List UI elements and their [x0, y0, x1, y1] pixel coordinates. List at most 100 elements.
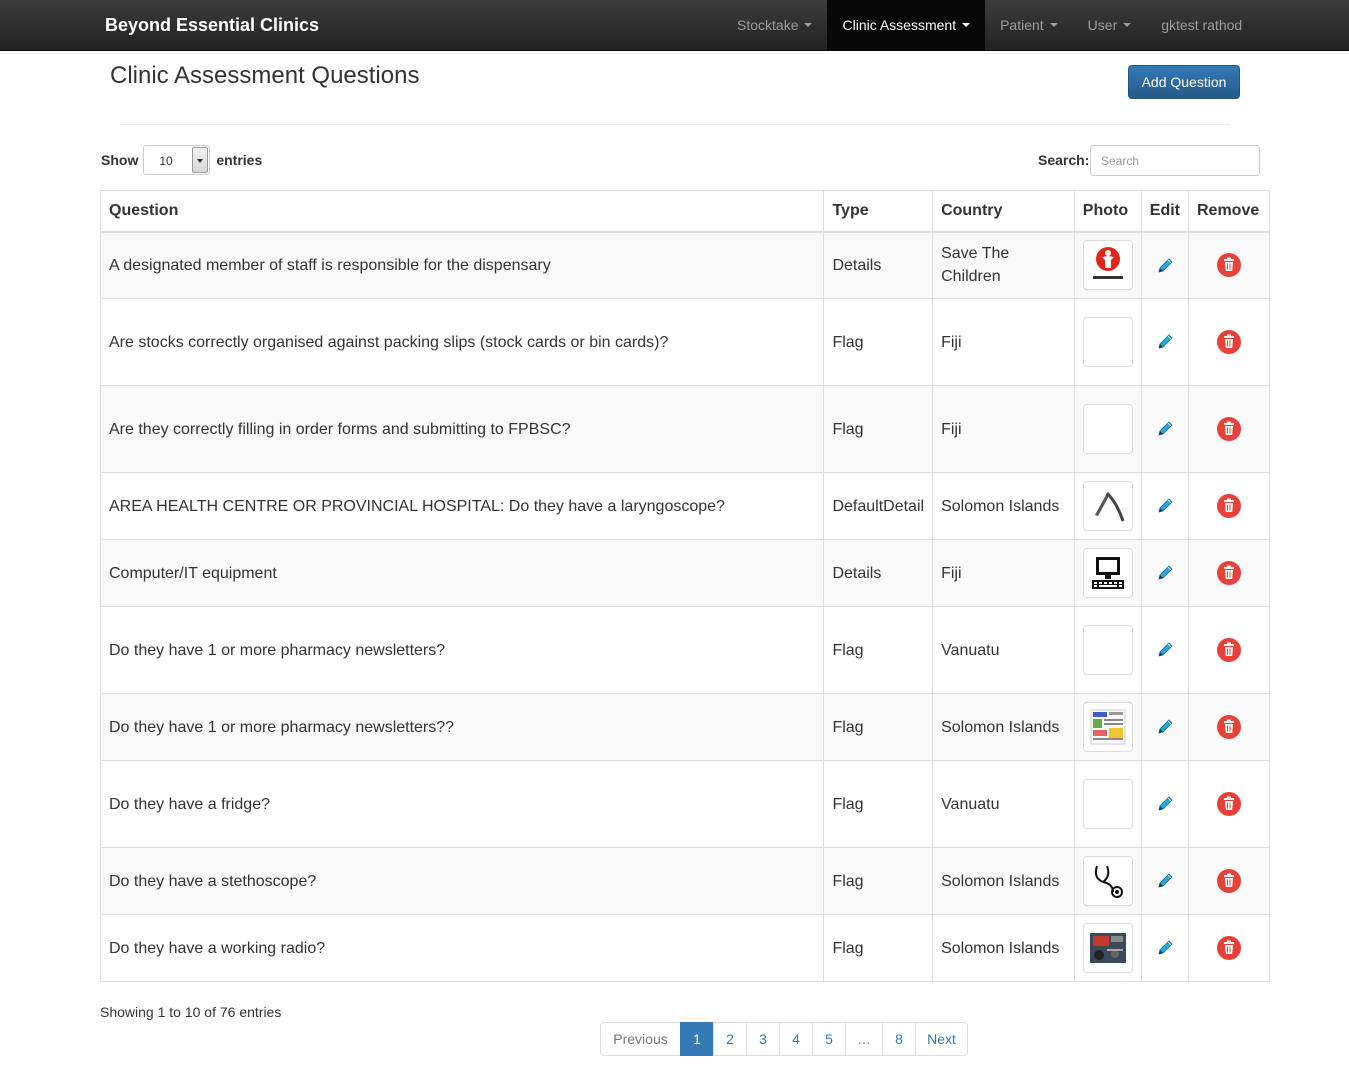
- pencil-icon[interactable]: [1155, 332, 1175, 352]
- trash-icon[interactable]: [1216, 935, 1242, 961]
- empty-photo-thumbnail[interactable]: [1082, 404, 1133, 454]
- cell-question: AREA HEALTH CENTRE OR PROVINCIAL HOSPITA…: [99, 472, 825, 540]
- search-input[interactable]: [1090, 145, 1260, 176]
- trash-icon[interactable]: [1216, 560, 1242, 586]
- laryngoscope-thumbnail[interactable]: [1082, 481, 1133, 531]
- pencil-icon[interactable]: [1155, 938, 1175, 958]
- empty-photo-thumbnail[interactable]: [1082, 779, 1133, 829]
- page-4[interactable]: 4: [779, 1022, 813, 1056]
- cell-photo: [1073, 231, 1142, 299]
- trash-icon[interactable]: [1216, 493, 1242, 519]
- trash-icon[interactable]: [1216, 637, 1242, 663]
- cell-photo: [1073, 385, 1142, 473]
- table-row: Do they have a stethoscope? Flag Solomon I…: [99, 847, 1271, 915]
- search-label: Search:: [1038, 152, 1090, 168]
- pagination: Previous 1 2 3 4 5 … 8 Next: [600, 1022, 968, 1056]
- cell-remove: [1187, 231, 1271, 299]
- pencil-icon[interactable]: [1155, 256, 1175, 276]
- cell-remove: [1187, 539, 1271, 607]
- pencil-icon[interactable]: [1155, 871, 1175, 891]
- pencil-icon[interactable]: [1155, 794, 1175, 814]
- page-3[interactable]: 3: [746, 1022, 780, 1056]
- nav-clinic-assessment-label: Clinic Assessment: [842, 17, 957, 33]
- empty-photo-thumbnail[interactable]: [1082, 317, 1133, 367]
- page-ellipsis: …: [845, 1022, 883, 1056]
- nav-stocktake[interactable]: Stocktake: [722, 0, 827, 50]
- col-header-photo: Photo: [1073, 190, 1142, 233]
- cell-country: Solomon Islands: [932, 847, 1075, 915]
- page-1[interactable]: 1: [680, 1022, 714, 1056]
- brand-name[interactable]: Beyond Essential Clinics: [105, 15, 319, 36]
- pencil-icon[interactable]: [1155, 496, 1175, 516]
- nav-current-user[interactable]: gktest rathod: [1146, 0, 1257, 50]
- table-row: AREA HEALTH CENTRE OR PROVINCIAL HOSPITA…: [99, 472, 1271, 540]
- cell-country: Vanuatu: [932, 606, 1075, 694]
- cell-country: Vanuatu: [932, 760, 1075, 848]
- empty-photo-thumbnail[interactable]: [1082, 625, 1133, 675]
- table-row: Do they have a working radio? Flag Solomon…: [99, 914, 1271, 982]
- cell-type: Details: [823, 539, 934, 607]
- cell-type: Flag: [823, 760, 934, 848]
- computer-thumbnail[interactable]: [1082, 548, 1133, 598]
- col-header-edit: Edit: [1140, 190, 1189, 233]
- cell-country: Fiji: [932, 539, 1075, 607]
- col-header-question[interactable]: Question: [99, 190, 825, 233]
- pencil-icon[interactable]: [1155, 717, 1175, 737]
- show-label: Show: [101, 152, 139, 168]
- cell-country: Save The Children: [932, 231, 1075, 299]
- cell-remove: [1187, 298, 1271, 386]
- trash-icon[interactable]: [1216, 791, 1242, 817]
- cell-type: Flag: [823, 298, 934, 386]
- cell-country: Fiji: [932, 298, 1075, 386]
- radio-thumbnail[interactable]: [1082, 923, 1133, 973]
- cell-type: Flag: [823, 606, 934, 694]
- pencil-icon[interactable]: [1155, 419, 1175, 439]
- cell-question: Do they have a fridge?: [99, 760, 825, 848]
- nav-user-label: User: [1087, 17, 1118, 33]
- cell-edit: [1140, 298, 1189, 386]
- nav-menu: Stocktake Clinic Assessment Patient User…: [722, 0, 1257, 50]
- pencil-icon[interactable]: [1155, 640, 1175, 660]
- col-header-type[interactable]: Type: [823, 190, 934, 233]
- pencil-icon[interactable]: [1155, 563, 1175, 583]
- save-the-children-logo-thumbnail[interactable]: [1082, 240, 1133, 291]
- cell-photo: [1073, 760, 1142, 848]
- chevron-down-icon: [962, 23, 971, 27]
- cell-photo: [1073, 847, 1142, 915]
- trash-icon[interactable]: [1216, 416, 1242, 442]
- trash-icon[interactable]: [1216, 329, 1242, 355]
- chevron-down-icon: [1123, 23, 1132, 27]
- nav-stocktake-label: Stocktake: [737, 17, 799, 33]
- cell-question: Do they have 1 or more pharmacy newslett…: [99, 606, 825, 694]
- chevron-down-icon: [1049, 23, 1058, 27]
- entries-select[interactable]: 10: [143, 145, 211, 175]
- page-5[interactable]: 5: [812, 1022, 846, 1056]
- nav-patient[interactable]: Patient: [985, 0, 1073, 50]
- page-2[interactable]: 2: [713, 1022, 747, 1056]
- nav-user[interactable]: User: [1073, 0, 1147, 50]
- top-navbar: Beyond Essential Clinics Stocktake Clini…: [0, 0, 1349, 51]
- trash-icon[interactable]: [1216, 868, 1242, 894]
- page-previous[interactable]: Previous: [600, 1022, 681, 1056]
- cell-edit: [1140, 914, 1189, 982]
- cell-edit: [1140, 385, 1189, 473]
- trash-icon[interactable]: [1216, 714, 1242, 740]
- cell-photo: [1073, 298, 1142, 386]
- add-question-button[interactable]: Add Question: [1128, 65, 1240, 99]
- page-next[interactable]: Next: [915, 1022, 968, 1056]
- trash-icon[interactable]: [1216, 252, 1242, 278]
- cell-remove: [1187, 847, 1271, 915]
- nav-clinic-assessment[interactable]: Clinic Assessment: [827, 0, 986, 50]
- cell-country: Solomon Islands: [932, 914, 1075, 982]
- newsletter-thumbnail[interactable]: [1082, 702, 1133, 752]
- table-row: Do they have a fridge? Flag Vanuatu: [99, 760, 1271, 848]
- cell-remove: [1187, 914, 1271, 982]
- entries-label: entries: [216, 152, 263, 168]
- page-8[interactable]: 8: [882, 1022, 916, 1056]
- table-row: Do they have 1 or more pharmacy newslett…: [99, 693, 1271, 761]
- stethoscope-thumbnail[interactable]: [1082, 856, 1133, 906]
- select-arrow-icon[interactable]: [192, 147, 209, 173]
- col-header-country[interactable]: Country: [932, 190, 1075, 233]
- entries-select-value: 10: [159, 154, 173, 168]
- cell-photo: [1073, 693, 1142, 761]
